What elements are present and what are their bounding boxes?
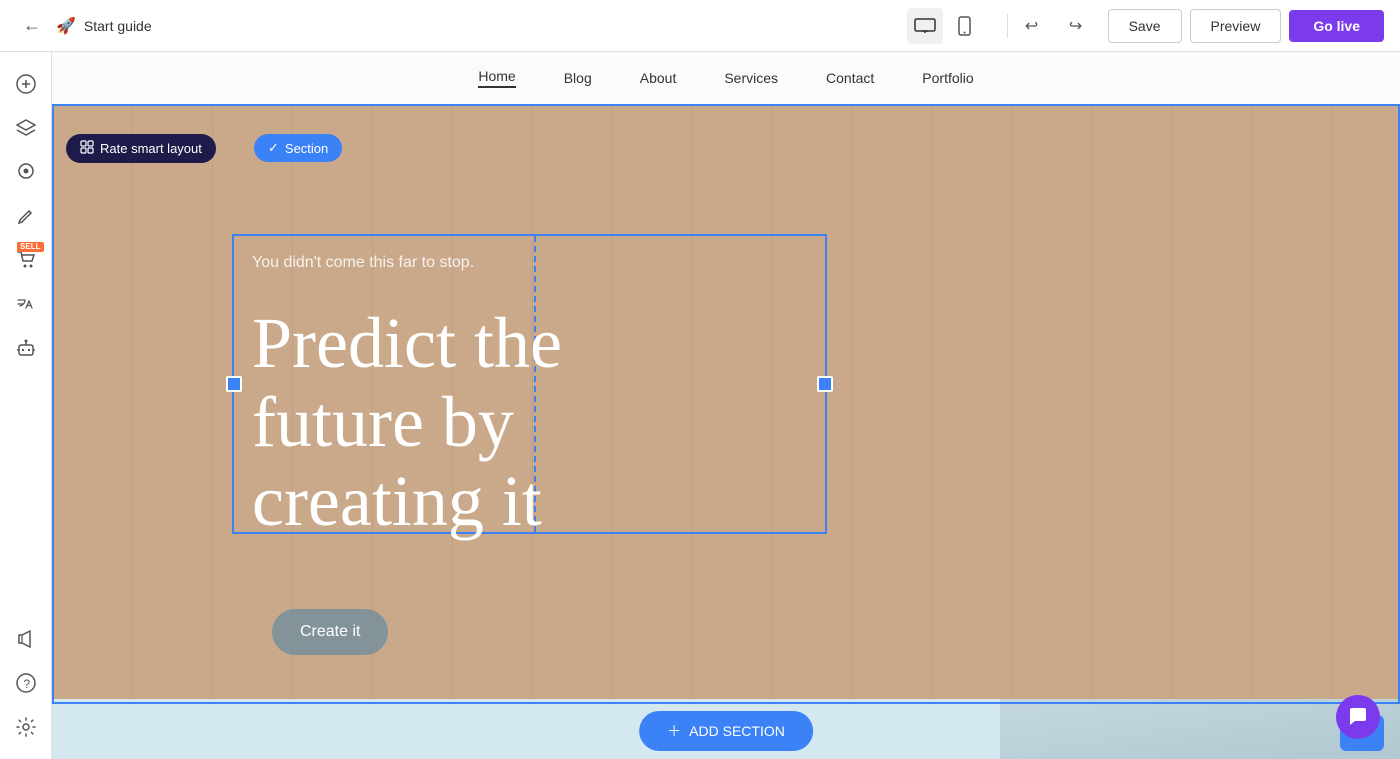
layout-grid-icon [80,140,94,154]
sidebar-robot-button[interactable] [6,328,46,368]
sidebar: SELL ? [0,52,52,759]
nav-item-contact[interactable]: Contact [826,70,874,86]
help-icon: ? [16,673,36,693]
toolbar: ← 🚀 Start guide ↩ ↪ Save Preview Go live [0,0,1400,52]
undo-redo-group: ↩ ↪ [1016,10,1100,42]
sidebar-add-button[interactable] [6,64,46,104]
nav-item-home[interactable]: Home [478,68,515,88]
cart-icon [17,251,35,269]
sell-badge: SELL [17,242,43,252]
chat-button[interactable] [1336,695,1380,739]
add-section-label: ADD SECTION [689,723,785,739]
add-section-button[interactable]: ＋ ADD SECTION [639,711,813,751]
section-badge-label: Section [285,141,328,156]
sidebar-megaphone-button[interactable] [6,619,46,659]
sidebar-layers-button[interactable] [6,108,46,148]
desktop-icon [914,18,936,34]
sidebar-translate-button[interactable] [6,284,46,324]
golive-button[interactable]: Go live [1289,10,1384,42]
nav-item-services[interactable]: Services [724,70,778,86]
robot-icon [17,338,35,358]
edit-icon [17,207,35,225]
resize-handle-left[interactable] [226,376,242,392]
smart-layout-icon [80,140,94,157]
sidebar-edit-button[interactable] [6,196,46,236]
layers-icon [16,119,36,137]
plus-icon: ＋ [667,721,681,741]
translate-icon [16,294,36,314]
desktop-device-button[interactable] [907,8,943,44]
svg-text:?: ? [23,677,30,691]
chat-icon [1347,706,1369,728]
canvas-area: Home Blog About Services Contact Portfol… [52,52,1400,759]
device-buttons [907,8,983,44]
toolbar-divider [1007,14,1008,38]
mobile-icon [958,16,971,36]
nav-item-about[interactable]: About [640,70,677,86]
sidebar-sell-button[interactable]: SELL [6,240,46,280]
start-guide-button[interactable]: 🚀 Start guide [56,16,152,36]
checkmark-icon: ✓ [268,140,279,156]
megaphone-icon [16,630,36,648]
nav-item-portfolio[interactable]: Portfolio [922,70,973,86]
paint-icon [17,162,35,182]
sidebar-paint-button[interactable] [6,152,46,192]
rocket-icon: 🚀 [56,16,76,36]
smart-layout-badge[interactable]: Rate smart layout [66,134,216,163]
preview-button[interactable]: Preview [1190,9,1282,43]
resize-handle-right[interactable] [817,376,833,392]
hero-title[interactable]: Predict the future by creating it [252,304,672,542]
redo-button[interactable]: ↪ [1060,10,1092,42]
website-preview: Home Blog About Services Contact Portfol… [52,52,1400,759]
sidebar-settings-button[interactable] [6,707,46,747]
site-navigation: Home Blog About Services Contact Portfol… [52,52,1400,104]
add-icon [16,74,36,94]
back-button[interactable]: ← [16,10,48,42]
hero-cta-button[interactable]: Create it [272,609,388,655]
settings-icon [16,717,36,737]
start-guide-label: Start guide [84,18,152,34]
mobile-device-button[interactable] [947,8,983,44]
nav-item-blog[interactable]: Blog [564,70,592,86]
save-button[interactable]: Save [1108,9,1182,43]
section-badge[interactable]: ✓ Section [254,134,342,162]
hero-subtitle: You didn't come this far to stop. [252,254,474,272]
hero-section: You didn't come this far to stop. Predic… [52,104,1400,704]
smart-layout-label: Rate smart layout [100,141,202,156]
undo-button[interactable]: ↩ [1016,10,1048,42]
sidebar-help-button[interactable]: ? [6,663,46,703]
